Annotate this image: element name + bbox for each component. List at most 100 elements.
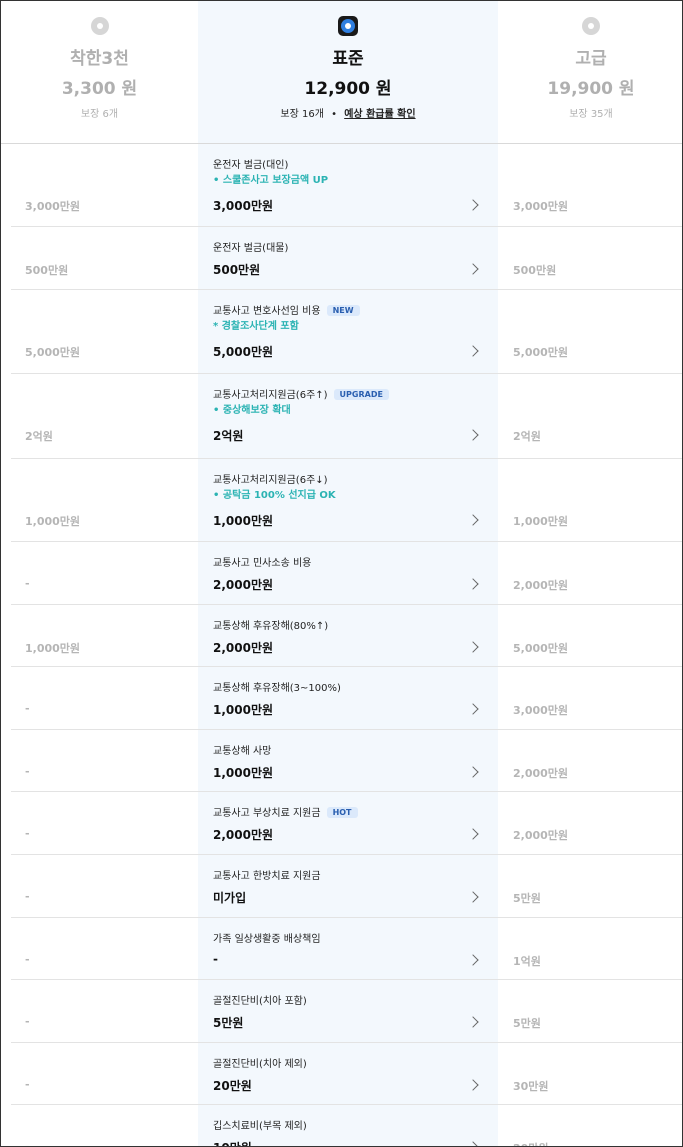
chevron-right-icon[interactable] <box>467 703 479 715</box>
chevron-right-icon[interactable] <box>467 828 479 840</box>
premium-plan-value: 5,000만원 <box>513 642 569 655</box>
coverage-row[interactable]: 500만원 운전자 벌금(대물) 500만원 500만원 <box>1 227 682 290</box>
chevron-right-icon[interactable] <box>467 429 479 441</box>
plan-header: 착한3천 3,300 원 보장 6개 표준 12,900 원 보장 16개 • … <box>1 1 682 144</box>
coverage-name-text: 교통사고처리지원금(6주↓) <box>213 475 328 486</box>
plan-option-standard[interactable]: 표준 12,900 원 보장 16개 • 예상 환급률 확인 <box>198 1 498 144</box>
coverage-name: 교통사고 한방치료 지원금 <box>213 867 321 882</box>
coverage-name: 운전자 벌금(대물) <box>213 239 288 254</box>
standard-plan-value: 500만원 <box>213 263 261 277</box>
coverage-badge: NEW <box>326 305 360 316</box>
premium-plan-value: 30만원 <box>513 1080 549 1093</box>
plan-sub-line: 보장 16개 • 예상 환급률 확인 <box>198 105 498 120</box>
plan-price: 19,900 원 <box>547 79 635 99</box>
coverage-name-text: 교통상해 사망 <box>213 746 272 757</box>
premium-plan-value: 2,000만원 <box>513 579 569 592</box>
coverage-name: 교통사고처리지원금(6주↑) UPGRADE <box>213 386 389 401</box>
coverage-row[interactable]: - 골절진단비(치아 포함) 5만원 5만원 <box>1 980 682 1043</box>
coverage-row[interactable]: - 교통상해 사망 1,000만원 2,000만원 <box>1 730 682 792</box>
basic-plan-value: - <box>25 702 30 715</box>
coverage-note: * 경찰조사단계 포함 <box>213 321 299 332</box>
basic-plan-value: 1,000만원 <box>25 642 81 655</box>
radio-unselected-icon[interactable] <box>90 17 109 35</box>
plan-coverage-count: 보장 35개 <box>569 109 613 120</box>
coverage-note: • 중상해보장 확대 <box>213 405 291 416</box>
basic-plan-value: - <box>25 1015 30 1028</box>
coverage-name: 골절진단비(치아 포함) <box>213 992 307 1007</box>
premium-plan-value: 1,000만원 <box>513 515 569 528</box>
coverage-row[interactable]: - 교통사고 부상치료 지원금 HOT 2,000만원 2,000만원 <box>1 792 682 855</box>
premium-plan-value: 5만원 <box>513 892 541 905</box>
radio-unselected-icon[interactable] <box>582 17 600 35</box>
coverage-row[interactable]: 1,000만원 교통상해 후유장해(80%↑) 2,000만원 5,000만원 <box>1 605 682 667</box>
coverage-row[interactable]: - 교통사고 민사소송 비용 2,000만원 2,000만원 <box>1 542 682 605</box>
refund-rate-link[interactable]: 예상 환급률 확인 <box>344 109 415 120</box>
coverage-name-text: 운전자 벌금(대인) <box>213 160 289 171</box>
chevron-right-icon[interactable] <box>467 1016 479 1028</box>
coverage-badge: HOT <box>326 807 358 818</box>
chevron-right-icon[interactable] <box>467 1141 479 1146</box>
coverage-row[interactable]: 2억원 교통사고처리지원금(6주↑) UPGRADE • 중상해보장 확대 2억원 2억원 <box>1 374 682 459</box>
basic-plan-value: 1,000만원 <box>25 515 81 528</box>
chevron-right-icon[interactable] <box>467 891 479 903</box>
chevron-right-icon[interactable] <box>467 345 479 357</box>
plan-coverage-count: 보장 16개 <box>280 109 324 120</box>
coverage-name-text: 교통사고 한방치료 지원금 <box>213 871 321 882</box>
chevron-right-icon[interactable] <box>467 766 479 778</box>
coverage-name: 교통사고처리지원금(6주↓) <box>213 471 328 486</box>
premium-plan-value: 1억원 <box>513 955 541 968</box>
coverage-name-text: 깁스치료비(부목 제외) <box>213 1121 307 1132</box>
coverage-row[interactable]: 1,000만원 교통사고처리지원금(6주↓) • 공탁금 100% 선지급 OK 1,… <box>1 459 682 542</box>
chevron-right-icon[interactable] <box>467 263 479 275</box>
basic-plan-value: 3,000만원 <box>25 200 81 213</box>
chevron-right-icon[interactable] <box>467 514 479 526</box>
coverage-row[interactable]: 5,000만원 교통사고 변호사선임 비용 NEW * 경찰조사단계 포함 5,000만… <box>1 290 682 374</box>
coverage-row[interactable]: 3,000만원 운전자 벌금(대인) • 스쿨존사고 보장금액 UP 3,000만원 3… <box>1 144 682 227</box>
standard-plan-value: 10만원 <box>213 1139 252 1146</box>
standard-plan-value: 5,000만원 <box>213 345 274 359</box>
premium-plan-value: 2,000만원 <box>513 829 569 842</box>
coverage-badge: UPGRADE <box>333 389 389 400</box>
plan-option-basic[interactable]: 착한3천 3,300 원 보장 6개 <box>1 1 198 144</box>
plan-comparison-panel: 착한3천 3,300 원 보장 6개 표준 12,900 원 보장 16개 • … <box>0 0 683 1147</box>
plan-option-premium[interactable]: 고급 19,900 원 보장 35개 <box>498 1 682 144</box>
chevron-right-icon[interactable] <box>467 641 479 653</box>
basic-plan-value: - <box>25 765 30 778</box>
plan-name: 표준 <box>332 49 364 69</box>
coverage-row[interactable]: - 골절진단비(치아 제외) 20만원 30만원 <box>1 1043 682 1105</box>
plan-coverage-count: 보장 6개 <box>80 109 119 120</box>
coverage-name: 교통상해 사망 <box>213 742 271 757</box>
standard-plan-value: 2,000만원 <box>213 828 274 842</box>
chevron-right-icon[interactable] <box>467 954 479 966</box>
coverage-name: 가족 일상생활중 배상책임 <box>213 930 321 945</box>
chevron-right-icon[interactable] <box>467 578 479 590</box>
coverage-name-text: 교통사고 변호사선임 비용 <box>213 306 321 317</box>
coverage-name-text: 교통상해 후유장해(3~100%) <box>213 683 341 694</box>
standard-plan-value: 1,000만원 <box>213 514 274 528</box>
premium-plan-value: 20만원 <box>513 1140 549 1146</box>
basic-plan-value: - <box>25 890 30 903</box>
radio-selected-icon[interactable] <box>338 16 358 36</box>
chevron-right-icon[interactable] <box>467 199 479 211</box>
coverage-row[interactable]: - 교통사고 한방치료 지원금미가입 5만원 <box>1 855 682 918</box>
plan-price: 3,300 원 <box>61 79 138 99</box>
premium-plan-value: 5만원 <box>513 1017 541 1030</box>
chevron-right-icon[interactable] <box>467 1079 479 1091</box>
coverage-name-text: 운전자 벌금(대물) <box>213 243 289 254</box>
coverage-row[interactable]: - 교통상해 후유장해(3~100%) 1,000만원 3,000만원 <box>1 667 682 730</box>
standard-plan-value: 2,000만원 <box>213 641 274 655</box>
coverage-note: • 공탁금 100% 선지급 OK <box>213 490 336 501</box>
coverage-row[interactable]: - 가족 일상생활중 배상책임 - 1억원 <box>1 918 682 980</box>
standard-plan-value: 미가입 <box>213 891 247 905</box>
coverage-name: 교통사고 민사소송 비용 <box>213 554 311 569</box>
coverage-row[interactable]: - 깁스치료비(부목 제외) 10만원 20만원 <box>1 1105 682 1146</box>
standard-plan-value: 20만원 <box>213 1079 252 1093</box>
coverage-name: 운전자 벌금(대인) <box>213 156 288 171</box>
basic-plan-value: - <box>25 953 30 966</box>
basic-plan-value: - <box>25 827 30 840</box>
premium-plan-value: 3,000만원 <box>513 200 569 213</box>
coverage-name-text: 골절진단비(치아 포함) <box>213 996 307 1007</box>
standard-plan-value: 1,000만원 <box>213 766 274 780</box>
plan-price: 12,900 원 <box>304 79 392 99</box>
standard-plan-value: - <box>213 952 218 966</box>
